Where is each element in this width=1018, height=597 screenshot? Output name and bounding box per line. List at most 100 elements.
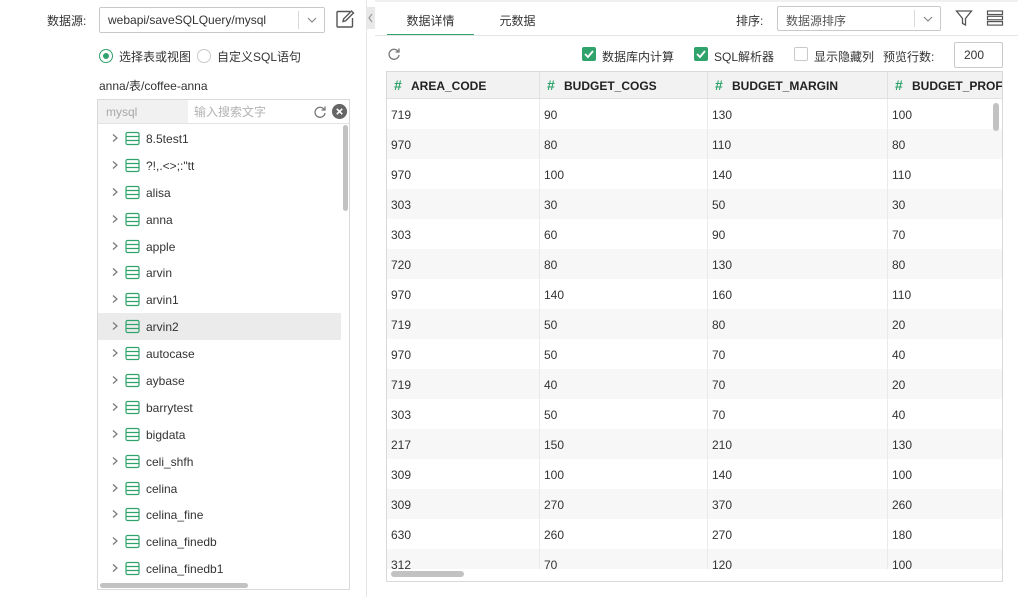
table-cell[interactable]: 50 — [540, 309, 708, 339]
tab-metadata[interactable]: 元数据 — [474, 4, 561, 36]
filter-icon[interactable] — [955, 9, 973, 27]
chevron-right-icon[interactable] — [110, 563, 120, 573]
table-cell[interactable]: 260 — [888, 489, 1002, 519]
table-cell[interactable]: 110 — [888, 279, 1002, 309]
table-cell[interactable]: 80 — [540, 249, 708, 279]
table-cell[interactable]: 719 — [387, 309, 540, 339]
list-settings-icon[interactable] — [986, 9, 1004, 27]
tree-item[interactable]: celina_finedb1 — [98, 555, 341, 582]
scroll-thumb[interactable] — [343, 125, 348, 211]
preview-rows-input[interactable] — [954, 42, 1003, 68]
chevron-right-icon[interactable] — [110, 214, 120, 224]
tree-item[interactable]: celina — [98, 475, 341, 502]
table-cell[interactable]: 40 — [888, 399, 1002, 429]
table-cell[interactable]: 70 — [708, 369, 888, 399]
refresh-icon[interactable] — [313, 105, 327, 119]
sort-select[interactable]: 数据源排序 — [777, 6, 941, 31]
table-cell[interactable]: 70 — [888, 219, 1002, 249]
table-cell[interactable]: 100 — [540, 459, 708, 489]
column-header[interactable]: # AREA_CODE — [387, 72, 540, 99]
tree-item[interactable]: ?!,.<>;:"tt — [98, 152, 341, 179]
table-cell[interactable]: 303 — [387, 219, 540, 249]
tree-item[interactable]: bigdata — [98, 421, 341, 448]
tree-vertical-scrollbar[interactable] — [342, 125, 349, 580]
table-cell[interactable]: 20 — [888, 309, 1002, 339]
tree-item[interactable]: arvin — [98, 259, 341, 286]
table-cell[interactable]: 30 — [540, 189, 708, 219]
grid-horizontal-scrollbar[interactable] — [387, 569, 1002, 579]
table-cell[interactable]: 40 — [888, 339, 1002, 369]
chevron-right-icon[interactable] — [110, 241, 120, 251]
table-cell[interactable]: 719 — [387, 99, 540, 129]
sql-parser-checkbox[interactable] — [694, 47, 708, 61]
tree-item[interactable]: aybase — [98, 367, 341, 394]
table-cell[interactable]: 80 — [888, 129, 1002, 159]
table-cell[interactable]: 140 — [708, 459, 888, 489]
table-cell[interactable]: 130 — [708, 99, 888, 129]
table-cell[interactable]: 217 — [387, 429, 540, 459]
tree-item[interactable]: barrytest — [98, 394, 341, 421]
column-header[interactable]: # BUDGET_COGS — [540, 72, 708, 99]
datasource-select[interactable]: webapi/saveSQLQuery/mysql — [99, 7, 325, 33]
tree-item[interactable]: 8.5test1 — [98, 125, 341, 152]
chevron-right-icon[interactable] — [110, 187, 120, 197]
table-cell[interactable]: 40 — [540, 369, 708, 399]
table-cell[interactable]: 270 — [540, 489, 708, 519]
table-cell[interactable]: 140 — [708, 159, 888, 189]
table-cell[interactable]: 100 — [888, 99, 1002, 129]
tree-search-input[interactable] — [194, 103, 306, 121]
edit-icon[interactable] — [335, 9, 355, 29]
chevron-right-icon[interactable] — [110, 348, 120, 358]
chevron-right-icon[interactable] — [110, 267, 120, 277]
chevron-right-icon[interactable] — [110, 483, 120, 493]
scroll-thumb[interactable] — [100, 583, 248, 588]
chevron-right-icon[interactable] — [110, 536, 120, 546]
chevron-right-icon[interactable] — [110, 133, 120, 143]
table-cell[interactable]: 50 — [708, 189, 888, 219]
table-cell[interactable]: 180 — [888, 519, 1002, 549]
table-cell[interactable]: 130 — [708, 249, 888, 279]
column-header[interactable]: # BUDGET_PROFIT — [888, 72, 1002, 99]
show-hidden-checkbox[interactable] — [794, 47, 808, 61]
table-cell[interactable]: 150 — [540, 429, 708, 459]
table-cell[interactable]: 270 — [708, 519, 888, 549]
tree-item[interactable]: arvin1 — [98, 286, 341, 313]
grid-vertical-scrollbar[interactable] — [991, 100, 1001, 568]
table-cell[interactable]: 630 — [387, 519, 540, 549]
table-cell[interactable]: 90 — [540, 99, 708, 129]
table-cell[interactable]: 60 — [540, 219, 708, 249]
table-cell[interactable]: 110 — [708, 129, 888, 159]
chevron-right-icon[interactable] — [110, 402, 120, 412]
table-cell[interactable]: 210 — [708, 429, 888, 459]
chevron-right-icon[interactable] — [110, 321, 120, 331]
table-cell[interactable]: 309 — [387, 489, 540, 519]
db-compute-checkbox[interactable] — [582, 47, 596, 61]
table-cell[interactable]: 30 — [888, 189, 1002, 219]
table-cell[interactable]: 80 — [708, 309, 888, 339]
table-cell[interactable]: 70 — [708, 399, 888, 429]
tree-item[interactable]: arvin2 — [98, 313, 341, 341]
table-cell[interactable]: 303 — [387, 399, 540, 429]
tree-item[interactable]: autocase — [98, 340, 341, 367]
table-cell[interactable]: 80 — [888, 249, 1002, 279]
chevron-right-icon[interactable] — [110, 160, 120, 170]
table-cell[interactable]: 130 — [888, 429, 1002, 459]
tree-item[interactable]: celi_shfh — [98, 448, 341, 475]
table-cell[interactable]: 100 — [888, 459, 1002, 489]
table-cell[interactable]: 50 — [540, 399, 708, 429]
table-cell[interactable]: 90 — [708, 219, 888, 249]
clear-search-icon[interactable] — [332, 104, 347, 119]
table-cell[interactable]: 80 — [540, 129, 708, 159]
table-cell[interactable]: 719 — [387, 369, 540, 399]
tree-item[interactable]: apple — [98, 233, 341, 260]
table-cell[interactable]: 309 — [387, 459, 540, 489]
table-cell[interactable]: 160 — [708, 279, 888, 309]
scroll-thumb[interactable] — [993, 103, 999, 131]
chevron-right-icon[interactable] — [110, 429, 120, 439]
radio-table-view[interactable]: 选择表或视图 — [99, 47, 191, 65]
table-cell[interactable]: 720 — [387, 249, 540, 279]
tree-item[interactable]: celina_fine — [98, 501, 341, 528]
table-cell[interactable]: 70 — [708, 339, 888, 369]
table-cell[interactable]: 20 — [888, 369, 1002, 399]
column-header[interactable]: # BUDGET_MARGIN — [708, 72, 888, 99]
